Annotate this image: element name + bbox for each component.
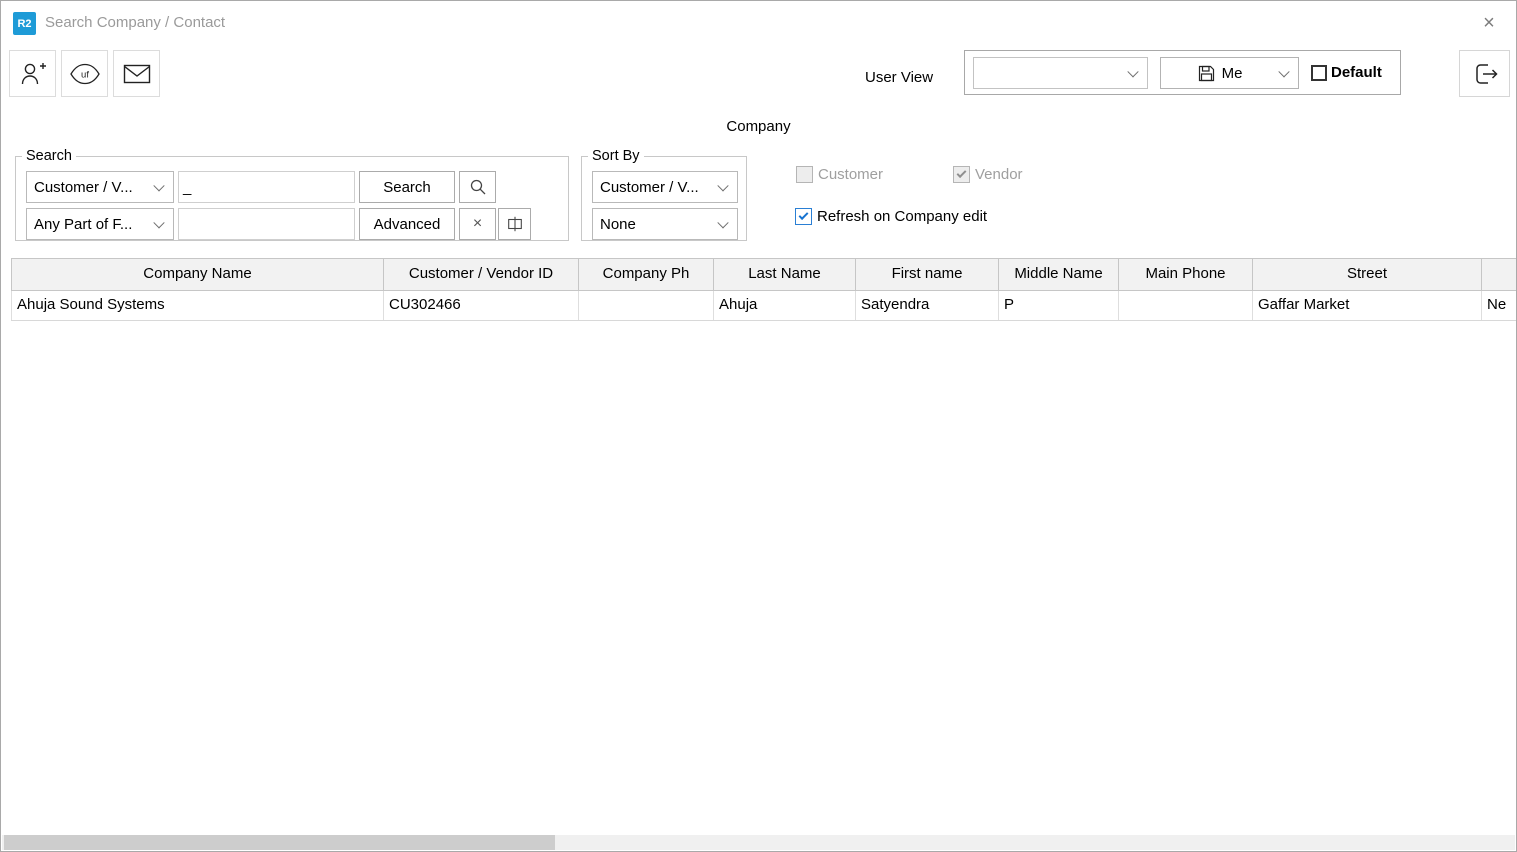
add-contact-button[interactable] (9, 50, 56, 97)
toolbar: uf (9, 50, 160, 97)
envelope-icon (123, 64, 151, 84)
save-view-me-button[interactable]: Me (1160, 57, 1280, 89)
table-row[interactable]: Ahuja Sound Systems CU302466 Ahuja Satye… (11, 291, 1517, 321)
svg-text:uf: uf (81, 69, 89, 80)
column-header-customer-vendor-id[interactable]: Customer / Vendor ID (384, 259, 579, 290)
refresh-on-edit-label: Refresh on Company edit (817, 208, 987, 225)
column-header-street[interactable]: Street (1253, 259, 1482, 290)
exit-arrow-icon (1472, 61, 1498, 87)
cell-clipped: Ne (1482, 291, 1517, 320)
sort-secondary-value: None (600, 216, 636, 233)
sort-by-legend: Sort By (588, 147, 644, 165)
horizontal-scrollbar[interactable] (2, 835, 1515, 850)
vendor-filter: Vendor (953, 166, 1023, 183)
column-header-first-name[interactable]: First name (856, 259, 999, 290)
clear-x-icon: × (473, 215, 482, 233)
sort-primary-value: Customer / V... (600, 179, 699, 196)
exit-button[interactable] (1459, 50, 1510, 97)
results-grid: Company Name Customer / Vendor ID Compan… (11, 258, 1517, 321)
search-button[interactable]: Search (359, 171, 455, 203)
cell-main-phone (1119, 291, 1253, 320)
chevron-down-icon (1127, 66, 1138, 77)
save-floppy-icon (1198, 65, 1215, 82)
eye-uf-icon: uf (69, 62, 101, 86)
expand-window-button[interactable] (498, 208, 531, 240)
refresh-on-edit-checkbox[interactable] (795, 208, 812, 225)
search-field-select[interactable]: Customer / V... (26, 171, 174, 203)
customer-checkbox[interactable] (796, 166, 813, 183)
customer-checkbox-label: Customer (818, 166, 883, 183)
column-header-main-phone[interactable]: Main Phone (1119, 259, 1253, 290)
email-button[interactable] (113, 50, 160, 97)
grid-header-row: Company Name Customer / Vendor ID Compan… (11, 258, 1517, 291)
column-header-company-name[interactable]: Company Name (11, 259, 384, 290)
window-split-icon (506, 215, 524, 233)
magnifier-icon (469, 178, 487, 196)
cell-customer-vendor-id: CU302466 (384, 291, 579, 320)
column-header-middle-name[interactable]: Middle Name (999, 259, 1119, 290)
vendor-checkbox[interactable] (953, 166, 970, 183)
cell-company-ph (579, 291, 714, 320)
vendor-checkbox-label: Vendor (975, 166, 1023, 183)
add-person-icon (19, 60, 47, 88)
title-bar: R2 Search Company / Contact × (1, 1, 1516, 45)
column-header-last-name[interactable]: Last Name (714, 259, 856, 290)
cell-first-name: Satyendra (856, 291, 999, 320)
sort-by-group: Sort By Customer / V... None (581, 156, 747, 241)
checkmark-icon (957, 168, 967, 178)
search-button-label: Search (383, 179, 431, 196)
column-header-clipped[interactable] (1482, 259, 1517, 290)
company-section-label: Company (1, 118, 1516, 135)
search-group-legend: Search (22, 147, 76, 165)
advanced-button-label: Advanced (374, 216, 441, 233)
me-button-label: Me (1222, 65, 1243, 82)
column-header-company-ph[interactable]: Company Ph (579, 259, 714, 290)
chevron-down-icon (153, 180, 164, 191)
search-input-value: _ (183, 179, 191, 196)
r2-logo: R2 (13, 12, 36, 35)
cell-street: Gaffar Market (1253, 291, 1482, 320)
horizontal-scrollbar-thumb[interactable] (4, 835, 555, 850)
save-view-dropdown-button[interactable] (1279, 57, 1299, 89)
chevron-down-icon (717, 180, 728, 191)
user-view-group: Me Default (964, 50, 1401, 95)
clear-search-button[interactable]: × (459, 208, 496, 240)
search-group: Search Customer / V... _ Search Any Part… (15, 156, 569, 241)
user-view-select[interactable] (973, 57, 1148, 89)
window-title: Search Company / Contact (45, 1, 225, 45)
sort-primary-select[interactable]: Customer / V... (592, 171, 738, 203)
customer-filter: Customer (796, 166, 883, 183)
cell-middle-name: P (999, 291, 1119, 320)
match-type-select[interactable]: Any Part of F... (26, 208, 174, 240)
quick-search-button[interactable] (459, 171, 496, 203)
checkmark-icon (799, 210, 809, 220)
chevron-down-icon (1278, 66, 1289, 77)
search-input[interactable]: _ (178, 171, 355, 203)
default-checkbox-label: Default (1331, 64, 1382, 81)
refresh-on-edit-option: Refresh on Company edit (795, 208, 987, 225)
cell-company-name: Ahuja Sound Systems (11, 291, 384, 320)
close-button[interactable]: × (1472, 7, 1506, 39)
search-field-select-value: Customer / V... (34, 179, 133, 196)
user-view-label: User View (865, 63, 933, 93)
cell-last-name: Ahuja (714, 291, 856, 320)
advanced-button[interactable]: Advanced (359, 208, 455, 240)
default-checkbox[interactable] (1311, 65, 1327, 81)
default-view-option: Default (1311, 64, 1382, 81)
secondary-search-input[interactable] (178, 208, 355, 240)
chevron-down-icon (153, 217, 164, 228)
chevron-down-icon (717, 217, 728, 228)
user-fields-view-button[interactable]: uf (61, 50, 108, 97)
search-company-contact-window: R2 Search Company / Contact × uf (0, 0, 1517, 852)
match-type-select-value: Any Part of F... (34, 216, 132, 233)
sort-secondary-select[interactable]: None (592, 208, 738, 240)
